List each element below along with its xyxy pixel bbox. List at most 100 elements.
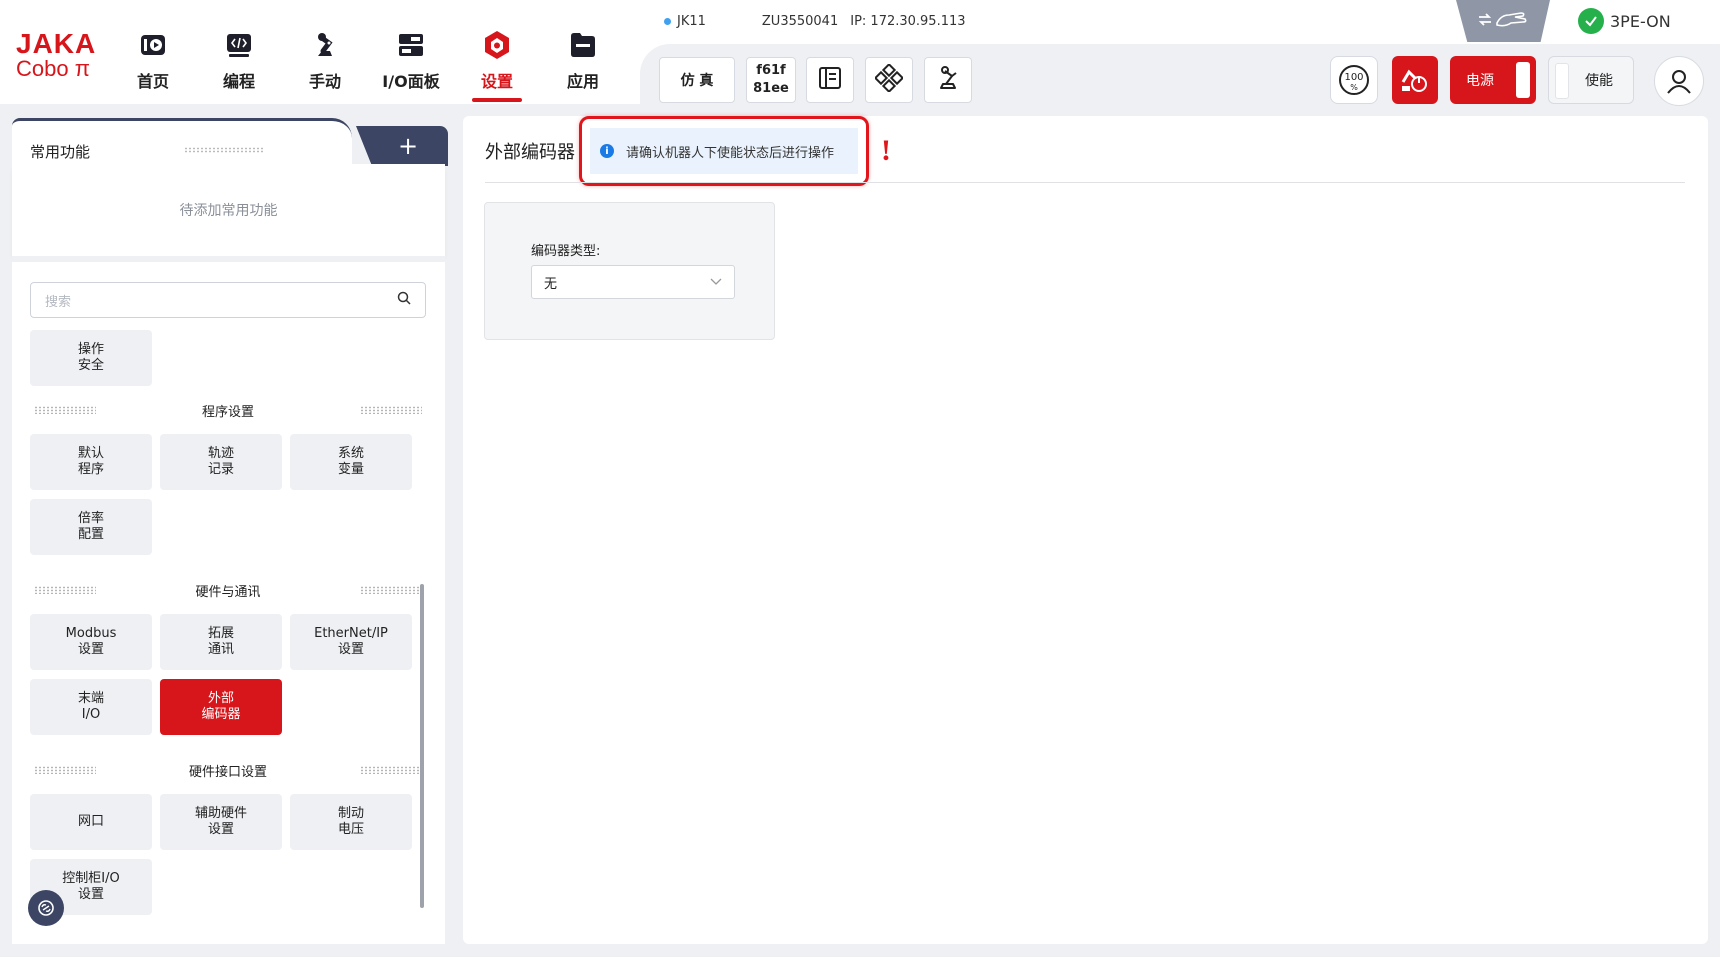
notice-banner: i 请确认机器人下使能状态后进行操作 [590,128,858,174]
decorative-dots [34,406,96,414]
mode-switch-tab[interactable] [1456,0,1550,42]
fn-brake-voltage[interactable]: 制动 电压 [290,794,412,850]
section-hardware-comm: 硬件与通讯 [30,580,426,600]
decorative-dots [360,406,422,414]
power-toggle-knob [1516,62,1530,98]
user-button[interactable] [1654,56,1704,106]
fn-modbus-settings[interactable]: Modbus 设置 [30,614,152,670]
search-input[interactable]: 搜索 [30,282,426,318]
robot-arm-icon [308,28,342,62]
settings-sidebar: 常用功能 + 待添加常用功能 搜索 操作 安全 程序设置 默认 程序 轨迹 记录… [12,118,448,944]
nav-manual[interactable]: 手动 [282,28,368,100]
link-chat-icon [38,900,54,916]
fn-network-port[interactable]: 网口 [30,794,152,850]
direction-pad-icon [873,62,905,96]
simulation-button[interactable]: 仿 真 [659,57,735,103]
support-button[interactable] [28,890,64,926]
add-favorite-button[interactable]: + [356,126,448,166]
favorites-empty-text: 待添加常用功能 [179,203,278,219]
nav-label: 设置 [480,72,513,91]
nav-io-panel[interactable]: I/O面板 [368,28,454,100]
user-icon [1667,70,1691,94]
favorites-tab[interactable]: 常用功能 [12,118,352,168]
check-icon [1578,8,1604,34]
code-icon [222,28,256,62]
main-content: 外部编码器 i 请确认机器人下使能状态后进行操作 ! 编码器类型: 无 [463,116,1708,944]
settings-icon [480,28,514,62]
svg-text:100: 100 [1344,72,1363,83]
nav-label: 编程 [222,72,255,91]
io-panel-icon [394,28,428,62]
fn-external-encoder[interactable]: 外部 编码器 [160,679,282,735]
decorative-dots [34,586,96,594]
robot-power-icon [1401,69,1427,92]
version-button[interactable]: f61f 81ee [746,57,796,103]
favorites-tabs: 常用功能 + [12,118,448,168]
search-placeholder: 搜索 [45,294,72,310]
nav-apps[interactable]: 应用 [540,28,626,100]
robot-ip: IP: 172.30.95.113 [850,14,966,29]
fn-extended-comm[interactable]: 拓展 通讯 [160,614,282,670]
notice-highlight: i 请确认机器人下使能状态后进行操作 [579,116,869,186]
nav-home[interactable]: 首页 [110,28,196,100]
favorites-tab-label: 常用功能 [30,143,91,161]
plus-icon: + [397,132,419,160]
encoder-type-value: 无 [544,276,558,292]
fn-rate-config[interactable]: 倍率 配置 [30,499,152,555]
sidebar-scrollbar[interactable] [420,584,424,908]
nav-settings[interactable]: 设置 [454,28,540,102]
fn-ethernet-ip-settings[interactable]: EtherNet/IP 设置 [290,614,412,670]
encoder-config-card: 编码器类型: 无 [484,202,775,340]
top-bar: JAKA Cobo π 首页 编程 手动 I/O面板 设置 应用 JK11 ZU… [0,0,1720,108]
section-program-settings: 程序设置 [30,400,426,420]
pe-status-indicator: 3PE-ON [1578,8,1671,34]
favorites-body: 待添加常用功能 [12,164,445,256]
version-line2: 81ee [753,81,789,96]
jog-button[interactable] [865,57,913,103]
encoder-type-label: 编码器类型: [531,244,601,259]
logo-text-jaka: JAKA [16,28,97,59]
home-icon [136,28,170,62]
power-toggle[interactable]: 电源 [1450,56,1536,104]
fn-default-program[interactable]: 默认 程序 [30,434,152,490]
fn-system-variables[interactable]: 系统 变量 [290,434,412,490]
fn-trajectory-record[interactable]: 轨迹 记录 [160,434,282,490]
chevron-down-icon [710,275,722,290]
robot-power-button[interactable] [1392,56,1438,104]
simulation-label: 仿 真 [680,73,714,89]
speed-rate-button[interactable]: 100% [1330,56,1378,104]
nav-label: 首页 [136,72,169,91]
section-hardware-interface: 硬件接口设置 [30,760,426,780]
enable-label: 使能 [1585,73,1613,89]
nav-label: I/O面板 [382,72,440,91]
connection-status: JK11 ZU3550041 IP: 172.30.95.113 [664,14,966,29]
title-divider [485,182,1685,183]
fn-aux-hardware[interactable]: 辅助硬件 设置 [160,794,282,850]
robot-name-text: JK11 [677,14,706,29]
section-title: 程序设置 [201,404,254,420]
fn-operation-safety[interactable]: 操作 安全 [30,330,152,386]
page-title: 外部编码器 [485,142,575,163]
section-title: 硬件接口设置 [188,764,267,780]
function-list: 搜索 操作 安全 程序设置 默认 程序 轨迹 记录 系统 变量 倍率 配置 硬件… [12,256,445,944]
robot-serial: ZU3550041 [761,14,839,29]
fn-tool-io[interactable]: 末端 I/O [30,679,152,735]
decorative-dots [184,147,264,153]
robot-arm-outline-icon [934,64,962,96]
robot-pose-button[interactable] [924,57,972,103]
enable-toggle[interactable]: 使能 [1548,56,1634,104]
search-icon [397,291,411,309]
encoder-type-select[interactable]: 无 [531,265,735,299]
version-line1: f61f [756,63,786,78]
pe-status-text: 3PE-ON [1610,11,1671,31]
notice-text: 请确认机器人下使能状态后进行操作 [626,145,835,161]
decorative-dots [360,766,422,774]
document-icon [817,65,843,95]
decorative-dots [360,586,422,594]
log-button[interactable] [806,57,854,103]
nav-programming[interactable]: 编程 [196,28,282,100]
warning-mark: ! [881,134,891,167]
nav-label: 手动 [308,72,341,91]
section-title: 硬件与通讯 [195,584,261,600]
svg-text:%: % [1350,83,1358,92]
